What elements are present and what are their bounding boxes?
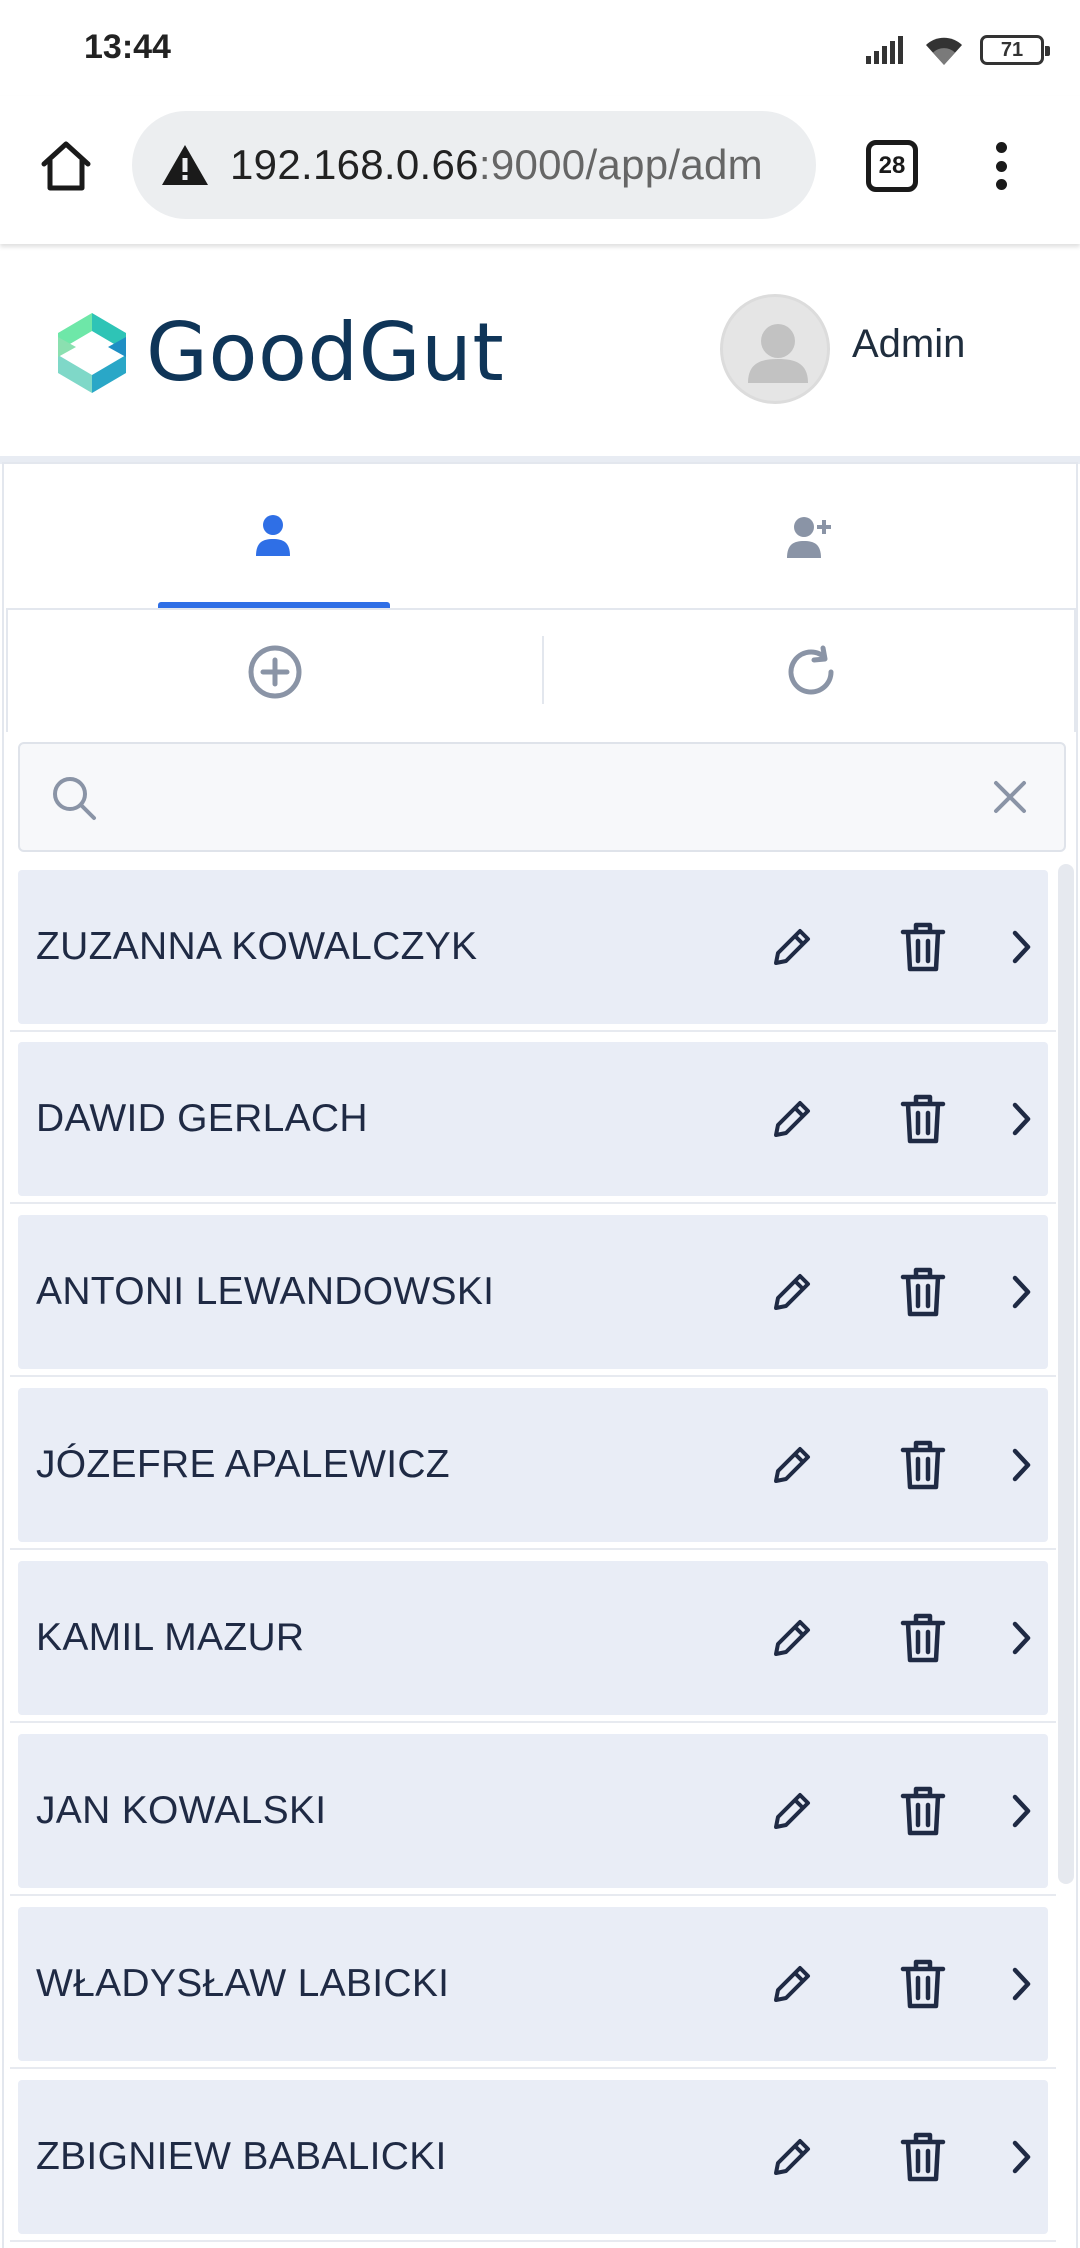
battery-level: 71 (1000, 38, 1024, 61)
avatar[interactable] (720, 294, 830, 404)
url-path: :9000/app/adm (478, 141, 763, 188)
trash-icon[interactable] (898, 1785, 948, 1837)
warning-icon[interactable] (160, 143, 210, 187)
list-item[interactable]: WŁADYSŁAW LABICKI (10, 1897, 1056, 2069)
search-box (18, 742, 1066, 852)
tabs-button[interactable]: 28 (866, 140, 918, 192)
list-item[interactable]: ZBIGNIEW BABALICKI (10, 2070, 1056, 2242)
user-name: ZBIGNIEW BABALICKI (36, 2135, 447, 2178)
list-item-body[interactable]: JÓZEFRE APALEWICZ (18, 1388, 1048, 1542)
url-text: 192.168.0.66:9000/app/adm (230, 141, 763, 189)
list-item-body[interactable]: ANTONI LEWANDOWSKI (18, 1215, 1048, 1369)
search-input[interactable] (110, 764, 970, 830)
address-bar[interactable]: 192.168.0.66:9000/app/adm (132, 111, 816, 219)
chevron-right-icon[interactable] (1006, 1964, 1036, 2004)
user-label[interactable]: Admin (852, 322, 965, 367)
pencil-icon[interactable] (768, 1614, 816, 1662)
status-time: 13:44 (84, 28, 171, 66)
add-circle-icon (248, 645, 302, 699)
user-name: JAN KOWALSKI (36, 1789, 327, 1832)
trash-icon[interactable] (898, 921, 948, 973)
tab-users[interactable] (4, 464, 542, 608)
wifi-icon (926, 37, 962, 65)
add-user-button[interactable] (8, 610, 542, 734)
more-vert-icon[interactable] (986, 136, 1016, 196)
pencil-icon[interactable] (768, 1095, 816, 1143)
user-name: ZUZANNA KOWALCZYK (36, 925, 478, 968)
user-list: ZUZANNA KOWALCZYK DAWID GERLACH ANTONI L… (10, 860, 1056, 2248)
pencil-icon[interactable] (768, 1441, 816, 1489)
logo-icon (58, 312, 126, 393)
trash-icon[interactable] (898, 1958, 948, 2010)
list-item-body[interactable]: KAMIL MAZUR (18, 1561, 1048, 1715)
user-name: ANTONI LEWANDOWSKI (36, 1270, 495, 1313)
pencil-icon[interactable] (768, 1787, 816, 1835)
chevron-right-icon[interactable] (1006, 1272, 1036, 1312)
trash-icon[interactable] (898, 1266, 948, 1318)
refresh-button[interactable] (544, 610, 1078, 734)
menu-dot (995, 179, 1007, 190)
user-name: KAMIL MAZUR (36, 1616, 305, 1659)
list-item[interactable]: DAWID GERLACH (10, 1032, 1056, 1204)
url-host: 192.168.0.66 (230, 141, 479, 188)
user-name: JÓZEFRE APALEWICZ (36, 1443, 450, 1486)
list-scrollbar[interactable] (1058, 864, 1074, 1884)
list-item[interactable]: ZUZANNA KOWALCZYK (10, 860, 1056, 1032)
user-icon (256, 515, 290, 556)
home-icon[interactable] (36, 136, 96, 196)
tab-bar (4, 464, 1080, 608)
list-item-body[interactable]: JAN KOWALSKI (18, 1734, 1048, 1888)
menu-dot (995, 142, 1007, 153)
search-icon (53, 777, 96, 820)
app-header: GoodGut Admin (0, 244, 1080, 456)
browser-toolbar: 192.168.0.66:9000/app/adm 28 (0, 96, 1080, 244)
users-panel: ZUZANNA KOWALCZYK DAWID GERLACH ANTONI L… (2, 462, 1078, 2248)
user-name: WŁADYSŁAW LABICKI (36, 1962, 450, 2005)
list-toolbar (6, 608, 1076, 732)
battery-icon: 71 (980, 35, 1050, 65)
trash-icon[interactable] (898, 2131, 948, 2183)
list-item-body[interactable]: DAWID GERLACH (18, 1042, 1048, 1196)
avatar-placeholder-icon (748, 324, 808, 383)
status-bar: 13:44 71 (0, 0, 1080, 96)
pencil-icon[interactable] (768, 2133, 816, 2181)
tab-count: 28 (878, 152, 906, 179)
pencil-icon[interactable] (768, 923, 816, 971)
pencil-icon[interactable] (768, 1960, 816, 2008)
pencil-icon[interactable] (768, 1268, 816, 1316)
list-item-body[interactable]: ZBIGNIEW BABALICKI (18, 2080, 1048, 2234)
menu-dot (995, 160, 1007, 172)
tab-add-user[interactable] (542, 464, 1080, 608)
trash-icon[interactable] (898, 1612, 948, 1664)
close-icon[interactable] (990, 777, 1030, 817)
chevron-right-icon[interactable] (1006, 1445, 1036, 1485)
list-item[interactable]: JAN KOWALSKI (10, 1724, 1056, 1896)
trash-icon[interactable] (898, 1439, 948, 1491)
chevron-right-icon[interactable] (1006, 1618, 1036, 1658)
chevron-right-icon[interactable] (1006, 927, 1036, 967)
app-logo[interactable]: GoodGut (52, 306, 504, 399)
app-name: GoodGut (146, 306, 505, 399)
list-item[interactable]: ANTONI LEWANDOWSKI (10, 1205, 1056, 1377)
refresh-icon (788, 645, 834, 695)
chevron-right-icon[interactable] (1006, 2137, 1036, 2177)
user-name: DAWID GERLACH (36, 1097, 368, 1140)
trash-icon[interactable] (898, 1093, 948, 1145)
user-plus-icon (787, 517, 831, 558)
chevron-right-icon[interactable] (1006, 1791, 1036, 1831)
chevron-right-icon[interactable] (1006, 1099, 1036, 1139)
list-item-body[interactable]: WŁADYSŁAW LABICKI (18, 1907, 1048, 2061)
status-icons: 71 (864, 30, 1050, 70)
signal-icon (866, 36, 903, 64)
list-item[interactable]: JÓZEFRE APALEWICZ (10, 1378, 1056, 1550)
list-item-body[interactable]: ZUZANNA KOWALCZYK (18, 870, 1048, 1024)
list-item[interactable]: KAMIL MAZUR (10, 1551, 1056, 1723)
